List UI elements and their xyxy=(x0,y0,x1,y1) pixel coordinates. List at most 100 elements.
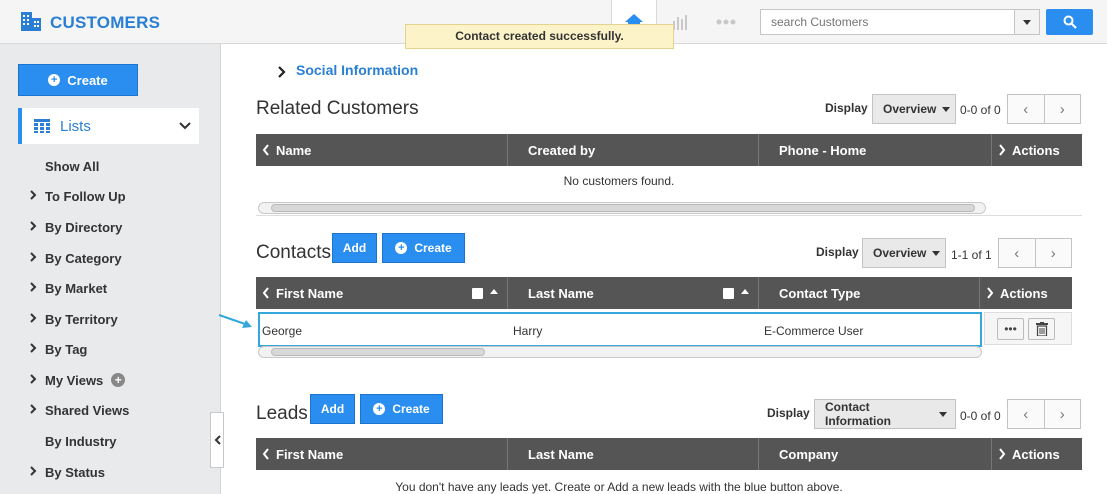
column-label: Actions xyxy=(1012,446,1060,462)
chevron-right-icon xyxy=(278,66,286,78)
plus-icon: + xyxy=(48,74,61,86)
lists-toggle[interactable]: Lists xyxy=(18,108,199,144)
column-last-name[interactable]: Last Name xyxy=(508,438,759,470)
next-page-icon[interactable]: › xyxy=(1034,239,1072,267)
sidebar-item-by-status[interactable]: By Status xyxy=(30,462,105,482)
chevron-right-icon xyxy=(30,403,45,417)
sidebar-item-by-category[interactable]: By Category xyxy=(30,248,122,268)
prev-page-icon[interactable]: ‹ xyxy=(1008,95,1044,123)
success-toast: Contact created successfully. xyxy=(405,24,674,49)
contacts-display-label: Display xyxy=(816,245,859,259)
column-label: Created by xyxy=(528,142,596,158)
sidebar-item-show-all[interactable]: Show All xyxy=(30,156,99,176)
more-options-icon[interactable] xyxy=(703,0,749,44)
related-display-select[interactable]: Overview xyxy=(872,94,956,124)
sidebar-item-label: By Industry xyxy=(45,433,117,449)
chevron-left-icon xyxy=(214,435,221,445)
column-label: Last Name xyxy=(528,285,594,301)
sidebar-item-by-territory[interactable]: By Territory xyxy=(30,309,118,329)
search-button[interactable] xyxy=(1046,9,1093,35)
cell-first-name: George xyxy=(262,324,303,338)
column-actions[interactable]: Actions xyxy=(980,277,1072,309)
social-information-link[interactable]: Social Information xyxy=(296,62,418,78)
sidebar-item-to-follow-up[interactable]: To Follow Up xyxy=(30,186,126,206)
contacts-title: Contacts xyxy=(256,242,331,263)
chevron-right-icon xyxy=(30,373,45,387)
search-input[interactable] xyxy=(761,10,1014,34)
chevron-left-icon xyxy=(262,287,269,299)
contacts-create-label: Create xyxy=(414,241,452,255)
building-icon xyxy=(20,10,42,35)
sidebar-item-my-views[interactable]: My Views + xyxy=(30,370,126,390)
row-actions-cell: ••• xyxy=(984,312,1072,345)
sort-ascending-icon[interactable] xyxy=(741,289,749,294)
column-actions[interactable]: Actions xyxy=(992,438,1082,470)
sidebar-item-label: Show All xyxy=(45,158,100,174)
leads-pager: ‹ › xyxy=(1007,399,1081,429)
related-horizontal-scrollbar[interactable] xyxy=(258,202,986,214)
create-button-label: Create xyxy=(67,72,108,88)
leads-create-label: Create xyxy=(392,402,430,416)
column-actions[interactable]: Actions xyxy=(992,134,1082,166)
trash-icon[interactable] xyxy=(1028,318,1055,340)
leads-display-select[interactable]: Contact Information xyxy=(814,399,956,429)
sidebar-item-label: By Tag xyxy=(45,341,88,357)
sidebar-item-by-market[interactable]: By Market xyxy=(30,278,107,298)
scrollbar-thumb[interactable] xyxy=(271,348,485,356)
prev-page-icon[interactable]: ‹ xyxy=(999,239,1035,267)
calendar-grid-icon xyxy=(34,119,50,133)
chevron-left-icon xyxy=(262,448,269,460)
app-title: CUSTOMERS xyxy=(50,12,161,32)
chevron-down-icon xyxy=(942,106,951,112)
create-button[interactable]: + Create xyxy=(18,64,138,96)
divider xyxy=(256,215,1082,216)
chevron-left-icon xyxy=(262,144,269,156)
chevron-right-icon xyxy=(30,465,45,479)
column-first-name[interactable]: First Name xyxy=(256,438,508,470)
sidebar-item-by-tag[interactable]: By Tag xyxy=(30,339,87,359)
column-label: Contact Type xyxy=(779,285,861,301)
sidebar-item-by-industry[interactable]: By Industry xyxy=(30,431,117,451)
column-label: Name xyxy=(276,142,312,158)
column-contact-type[interactable]: Contact Type xyxy=(759,277,980,309)
column-last-name[interactable]: Last Name xyxy=(508,277,759,309)
column-name[interactable]: Name xyxy=(256,134,508,166)
chevron-right-icon xyxy=(30,220,45,234)
more-actions-icon[interactable]: ••• xyxy=(997,318,1024,340)
sidebar-item-shared-views[interactable]: Shared Views xyxy=(30,400,129,420)
contacts-create-button[interactable]: + Create xyxy=(382,233,465,263)
chevron-right-icon xyxy=(30,281,45,295)
cell-last-name: Harry xyxy=(513,324,543,338)
next-page-icon[interactable]: › xyxy=(1043,400,1081,428)
sort-ascending-icon[interactable] xyxy=(490,289,498,294)
column-label: Actions xyxy=(1012,142,1060,158)
column-label: Actions xyxy=(1000,285,1048,301)
chevron-right-icon xyxy=(30,189,45,203)
contacts-display-select[interactable]: Overview xyxy=(862,238,946,268)
leads-count: 0-0 of 0 xyxy=(960,409,1001,423)
add-view-icon[interactable]: + xyxy=(111,373,126,387)
leads-add-button[interactable]: Add xyxy=(310,394,355,424)
column-phone-home[interactable]: Phone - Home xyxy=(759,134,992,166)
chevron-right-icon xyxy=(987,287,994,299)
contacts-horizontal-scrollbar[interactable] xyxy=(258,346,982,358)
filter-icon[interactable] xyxy=(723,288,734,299)
next-page-icon[interactable]: › xyxy=(1043,95,1081,123)
column-first-name[interactable]: First Name xyxy=(256,277,508,309)
chevron-right-icon xyxy=(30,312,45,326)
column-created-by[interactable]: Created by xyxy=(508,134,759,166)
search-dropdown-toggle[interactable] xyxy=(1014,10,1039,34)
lists-label: Lists xyxy=(60,117,91,135)
contacts-add-button[interactable]: Add xyxy=(332,233,377,263)
filter-icon[interactable] xyxy=(472,288,483,299)
sidebar-item-by-directory[interactable]: By Directory xyxy=(30,217,122,237)
prev-page-icon[interactable]: ‹ xyxy=(1008,400,1044,428)
chevron-right-icon xyxy=(999,144,1006,156)
table-row[interactable]: George Harry E-Commerce User xyxy=(258,312,982,347)
leads-empty-message: You don't have any leads yet. Create or … xyxy=(395,480,843,494)
column-company[interactable]: Company xyxy=(759,438,992,470)
leads-create-button[interactable]: + Create xyxy=(360,394,443,424)
main-content: Social Information Related Customers Dis… xyxy=(218,44,1107,494)
scrollbar-thumb[interactable] xyxy=(271,204,975,212)
related-display-label: Display xyxy=(825,101,868,115)
